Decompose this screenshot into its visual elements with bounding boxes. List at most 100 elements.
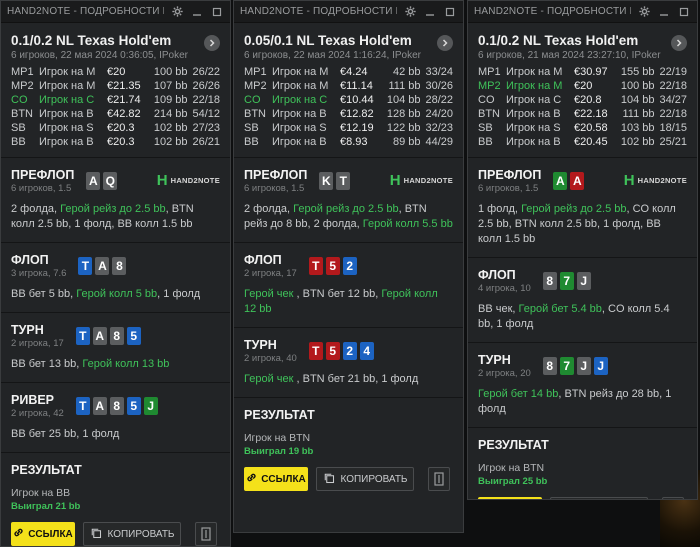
copy-button[interactable]: КОПИРОВАТЬ: [83, 522, 181, 546]
maximize-icon[interactable]: [210, 5, 224, 19]
player-row[interactable]: MP1 Игрок на M €30.97 155 bb 22/19: [478, 65, 687, 79]
maximize-icon[interactable]: [443, 5, 457, 19]
players-table: MP1 Игрок на M €30.97 155 bb 22/19 MP2 Игрок н…: [478, 65, 687, 149]
player-position: SB: [478, 122, 493, 134]
player-stats: 44/29: [425, 136, 453, 148]
street-name: РИВЕР: [11, 393, 55, 407]
street-header: ТУРН 2 игрока, 20 8 7 J J: [478, 353, 687, 379]
minimize-icon[interactable]: [657, 5, 671, 19]
hand-title: 0.05/0.1 NL Texas Hold'em: [244, 33, 412, 48]
player-name: Игрок на S: [272, 122, 327, 134]
player-row[interactable]: CO Игрок на C €21.74 109 bb 22/18: [11, 93, 220, 107]
player-row[interactable]: BTN Игрок на B €42.82 214 bb 54/12: [11, 107, 220, 121]
panel-toggle-icon[interactable]: [662, 497, 684, 499]
action-text: BB бет 13 bb,: [11, 358, 83, 370]
window-title: HAND2NOTE - ПОДРОБНОСТИ РАЗДАЧИ: [7, 6, 164, 17]
playing-card: 8: [109, 397, 124, 415]
player-row[interactable]: MP1 Игрок на M €20 100 bb 26/22: [11, 65, 220, 79]
playing-card: 8: [542, 357, 557, 375]
player-row[interactable]: BB Игрок на B €20.3 102 bb 26/21: [11, 135, 220, 149]
street-pot: 6 игроков, 1.5: [11, 183, 72, 194]
playing-card: T: [75, 327, 90, 345]
logo-mark: H: [389, 172, 401, 189]
winner-amount: Выиграл 25 bb: [478, 476, 548, 487]
link-button[interactable]: ССЫЛКА: [11, 522, 75, 546]
link-button[interactable]: ССЫЛКА: [244, 467, 308, 491]
hand-details-window: HAND2NOTE - ПОДРОБНОСТИ РАЗДАЧИ 0.05/0.1 …: [233, 0, 464, 533]
player-row[interactable]: SB Игрок на S €20.58 103 bb 18/15: [478, 121, 687, 135]
street-section: ФЛОП 2 игрока, 17 T 5 2 Герой чек , BTN бет 1…: [234, 243, 463, 328]
copy-button[interactable]: КОПИРОВАТЬ: [316, 467, 414, 491]
player-stack-bb: 104 bb: [386, 94, 421, 106]
street-section: ФЛОП 4 игрока, 10 8 7 J BB чек, Герой бет 5.4…: [468, 258, 697, 343]
street-name: ТУРН: [244, 338, 277, 352]
player-row[interactable]: BB Игрок на B €20.45 102 bb 25/21: [478, 135, 687, 149]
player-row[interactable]: BTN Игрок на B €12.82 128 bb 24/20: [244, 107, 453, 121]
player-position: BTN: [11, 108, 33, 120]
hand-header: 0.1/0.2 NL Texas Hold'em 6 игроков, 22 ма…: [1, 23, 230, 158]
player-stats: 27/23: [192, 122, 220, 134]
playing-card: T: [308, 342, 323, 360]
result-section: РЕЗУЛЬТАТ Игрок на BB Выиграл 21 bb ССЫЛКА К…: [1, 453, 230, 546]
action-text: 2 фолда,: [244, 203, 294, 215]
street-name: ТУРН: [478, 353, 511, 367]
panel-toggle-icon[interactable]: [428, 467, 450, 491]
maximize-icon[interactable]: [677, 5, 691, 19]
player-row[interactable]: CO Игрок на C €10.44 104 bb 28/22: [244, 93, 453, 107]
player-position: SB: [244, 122, 259, 134]
player-row[interactable]: BB Игрок на B €8.93 89 bb 44/29: [244, 135, 453, 149]
player-position: BTN: [478, 108, 500, 120]
minimize-icon[interactable]: [190, 5, 204, 19]
player-stack-bb: 103 bb: [620, 122, 655, 134]
gear-icon[interactable]: [403, 5, 417, 19]
gear-icon[interactable]: [170, 5, 184, 19]
chevron-right-icon[interactable]: [437, 35, 453, 51]
hero-action: Герой колл 5.5 bb: [362, 218, 453, 230]
player-stack: €20.3: [107, 136, 135, 148]
playing-card: J: [576, 272, 591, 290]
player-position: BB: [11, 136, 26, 148]
player-row[interactable]: MP2 Игрок на M €20 100 bb 22/18: [478, 79, 687, 93]
player-stack: €8.93: [340, 136, 368, 148]
hero-action: Герой рейз до 2.5 bb: [60, 203, 166, 215]
chevron-right-icon[interactable]: [204, 35, 220, 51]
street-pot: 6 игроков, 1.5: [478, 183, 539, 194]
player-row[interactable]: MP2 Игрок на M €11.14 111 bb 30/26: [244, 79, 453, 93]
player-stack-bb: 155 bb: [620, 66, 655, 78]
playing-card: 2: [342, 257, 357, 275]
street-name: ФЛОП: [478, 268, 516, 282]
player-name: Игрок на C: [39, 94, 95, 106]
player-row[interactable]: MP1 Игрок на M €4.24 42 bb 33/24: [244, 65, 453, 79]
player-row[interactable]: SB Игрок на S €20.3 102 bb 27/23: [11, 121, 220, 135]
title-bar[interactable]: HAND2NOTE - ПОДРОБНОСТИ РАЗДАЧИ: [468, 1, 697, 23]
player-stats: 25/21: [659, 136, 687, 148]
gear-icon[interactable]: [637, 5, 651, 19]
player-name: Игрок на M: [506, 80, 563, 92]
player-row[interactable]: SB Игрок на S €12.19 122 bb 32/23: [244, 121, 453, 135]
playing-card: A: [92, 397, 107, 415]
hand-header: 0.1/0.2 NL Texas Hold'em 6 игроков, 21 ма…: [468, 23, 697, 158]
window-title: HAND2NOTE - ПОДРОБНОСТИ РАЗДАЧИ: [474, 6, 631, 17]
street-actions: Герой чек , BTN бет 12 bb, Герой колл 12…: [244, 287, 453, 317]
action-text: 1 фолд,: [478, 203, 522, 215]
player-stack: €20.58: [574, 122, 608, 134]
player-row[interactable]: BTN Игрок на B €22.18 111 bb 22/18: [478, 107, 687, 121]
player-stack-bb: 42 bb: [392, 66, 421, 78]
playing-card: T: [78, 257, 93, 275]
street-actions: Герой чек , BTN бет 21 bb, 1 фолд: [244, 372, 453, 387]
player-stack-bb: 109 bb: [153, 94, 188, 106]
minimize-icon[interactable]: [423, 5, 437, 19]
player-stack: €20: [107, 66, 126, 78]
copy-button[interactable]: КОПИРОВАТЬ: [550, 497, 648, 499]
title-bar[interactable]: HAND2NOTE - ПОДРОБНОСТИ РАЗДАЧИ: [234, 1, 463, 23]
players-table: MP1 Игрок на M €4.24 42 bb 33/24 MP2 Игрок на …: [244, 65, 453, 149]
chevron-right-icon[interactable]: [671, 35, 687, 51]
link-button[interactable]: ССЫЛКА: [478, 497, 542, 499]
hand2note-logo: H HAND2NOTE: [390, 172, 453, 189]
player-row[interactable]: MP2 Игрок на M €21.35 107 bb 26/26: [11, 79, 220, 93]
player-row[interactable]: CO Игрок на C €20.8 104 bb 34/27: [478, 93, 687, 107]
playing-card: T: [75, 397, 90, 415]
panel-toggle-icon[interactable]: [195, 522, 217, 546]
board-cards: 87JJ: [542, 357, 608, 375]
title-bar[interactable]: HAND2NOTE - ПОДРОБНОСТИ РАЗДАЧИ: [1, 1, 230, 23]
